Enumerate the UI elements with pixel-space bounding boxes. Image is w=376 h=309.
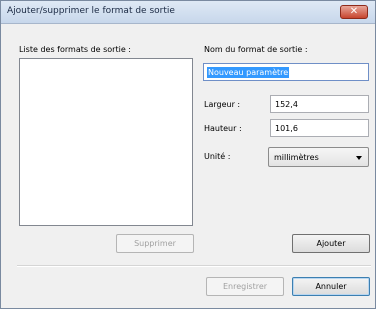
delete-button[interactable]: Supprimer: [116, 234, 194, 253]
unit-select[interactable]: millimètres: [268, 147, 369, 167]
title-bar: Ajouter/supprimer le format de sortie ✕: [1, 1, 375, 24]
separator: [17, 265, 371, 267]
height-label: Hauteur :: [204, 124, 242, 133]
add-button[interactable]: Ajouter: [292, 234, 370, 253]
close-icon: ✕: [349, 6, 359, 17]
cancel-button[interactable]: Annuler: [292, 277, 370, 296]
format-name-value: Nouveau paramètre: [207, 67, 290, 78]
output-format-dialog: Ajouter/supprimer le format de sortie ✕ …: [0, 0, 376, 309]
width-input[interactable]: 152,4: [270, 95, 369, 113]
close-button[interactable]: ✕: [340, 5, 368, 19]
unit-label: Unité :: [204, 152, 231, 161]
dialog-title: Ajouter/supprimer le format de sortie: [7, 6, 175, 16]
format-name-input[interactable]: Nouveau paramètre: [203, 63, 369, 81]
width-label: Largeur :: [204, 100, 241, 109]
format-name-label: Nom du format de sortie :: [204, 45, 308, 54]
height-input[interactable]: 101,6: [270, 119, 369, 137]
save-button[interactable]: Enregistrer: [206, 277, 284, 296]
height-value: 101,6: [275, 124, 298, 133]
format-list-label: Liste des formats de sortie :: [19, 45, 131, 54]
unit-value: millimètres: [274, 153, 319, 162]
width-value: 152,4: [275, 100, 298, 109]
chevron-down-icon: [356, 156, 362, 160]
output-format-list[interactable]: [19, 58, 193, 226]
